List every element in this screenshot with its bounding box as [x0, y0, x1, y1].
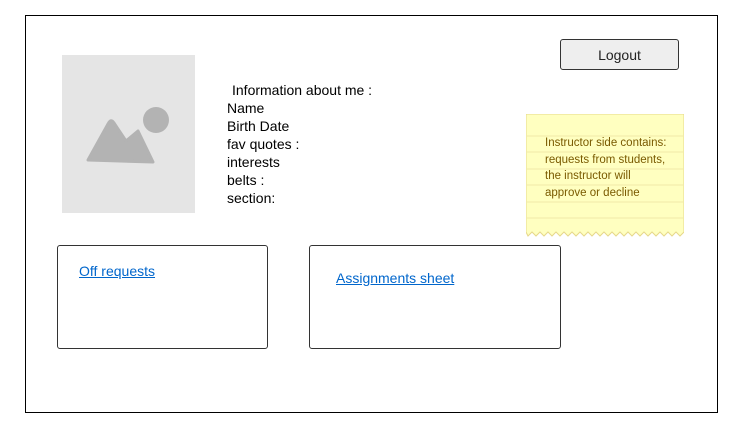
off-requests-card: Off requests — [57, 245, 268, 349]
info-field-fav-quotes: fav quotes : — [227, 136, 300, 152]
profile-image-placeholder — [62, 55, 195, 213]
off-requests-link[interactable]: Off requests — [79, 263, 155, 279]
info-field-belts: belts : — [227, 172, 265, 188]
logout-button[interactable]: Logout — [560, 39, 679, 70]
info-heading: Information about me : — [232, 82, 373, 98]
sticky-note-text: Instructor side contains: requests from … — [545, 137, 667, 199]
sticky-note: Instructor side contains: requests from … — [526, 114, 684, 239]
info-field-section: section: — [227, 190, 276, 206]
info-field-interests: interests — [227, 154, 280, 170]
info-field-name: Name — [227, 100, 265, 116]
info-field-birth-date: Birth Date — [227, 118, 290, 134]
assignments-sheet-link[interactable]: Assignments sheet — [336, 270, 454, 286]
image-icon — [86, 107, 169, 164]
assignments-card: Assignments sheet — [309, 245, 561, 349]
profile-info: Information about me : Name Birth Date f… — [227, 81, 372, 207]
